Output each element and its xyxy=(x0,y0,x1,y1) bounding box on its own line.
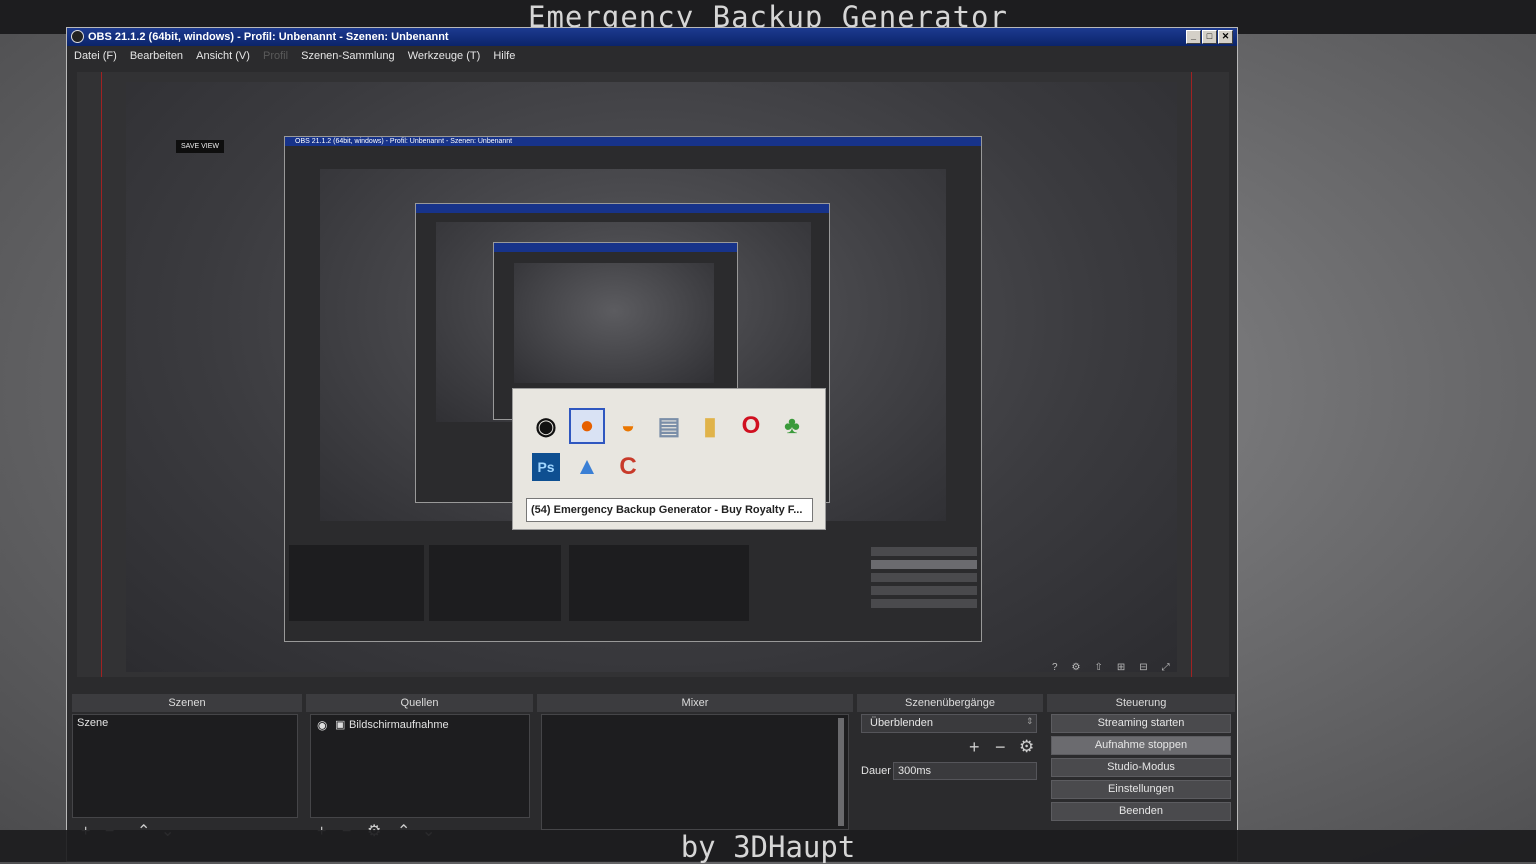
nested-menu xyxy=(285,146,981,156)
close-button[interactable]: ✕ xyxy=(1218,30,1233,44)
start-streaming-button[interactable]: Streaming starten xyxy=(1051,714,1231,733)
nested-canvas-3 xyxy=(514,263,714,383)
menu-datei[interactable]: Datei (F) xyxy=(74,50,117,62)
mixer-scrollbar[interactable] xyxy=(838,718,844,826)
transition-settings-gear-icon[interactable]: ⚙ xyxy=(1019,738,1034,756)
source-item[interactable]: Bildschirmaufnahme xyxy=(349,719,449,731)
nested-title-3 xyxy=(494,243,737,252)
stop-recording-button[interactable]: Aufnahme stoppen xyxy=(1051,736,1231,755)
installer-app-icon[interactable]: ▤ xyxy=(651,408,687,444)
lock-icon[interactable]: ▣ xyxy=(335,718,345,731)
duration-label: Dauer xyxy=(861,765,891,777)
nested-title: OBS 21.1.2 (64bit, windows) - Profil: Un… xyxy=(285,137,981,146)
menu-ansicht[interactable]: Ansicht (V) xyxy=(196,50,250,62)
duration-input[interactable]: 300ms xyxy=(893,762,1037,780)
menu-profil: Profil xyxy=(262,50,289,62)
remove-transition-icon[interactable]: − xyxy=(995,738,1006,756)
preview-area: SAVE VIEW OBS 21.1.2 (64bit, windows) - … xyxy=(77,72,1229,677)
maximize-button[interactable]: □ xyxy=(1202,30,1217,44)
controls-header: Steuerung xyxy=(1047,694,1235,712)
nested-controls xyxy=(871,547,977,608)
visibility-eye-icon[interactable]: ◉ xyxy=(317,718,327,732)
folder-app-icon[interactable]: ▮ xyxy=(692,408,728,444)
bottom-caption-banner: by 3DHaupt xyxy=(0,830,1536,864)
menu-hilfe[interactable]: Hilfe xyxy=(493,50,515,62)
scenes-list[interactable]: Szene xyxy=(72,714,298,818)
preview-canvas[interactable]: SAVE VIEW OBS 21.1.2 (64bit, windows) - … xyxy=(126,82,1177,672)
transitions-header: Szenenübergänge xyxy=(857,694,1043,712)
title-bar: OBS 21.1.2 (64bit, windows) - Profil: Un… xyxy=(67,28,1237,46)
settings-button[interactable]: Einstellungen xyxy=(1051,780,1231,799)
scene-item[interactable]: Szene xyxy=(77,717,108,729)
obs-logo-icon xyxy=(71,30,84,43)
menu-werkzeuge[interactable]: Werkzeuge (T) xyxy=(408,50,481,62)
nested-docks xyxy=(289,535,979,639)
menu-szenen-sammlung[interactable]: Szenen-Sammlung xyxy=(301,50,395,62)
switcher-window-label: (54) Emergency Backup Generator - Buy Ro… xyxy=(526,498,813,522)
app-switcher: ◉ ● ◒ ▤ ▮ O ♣ Ps ▲ C (54) Emergency Back… xyxy=(512,388,826,530)
sources-header: Quellen xyxy=(306,694,533,712)
blender-app-icon[interactable]: ◒ xyxy=(610,408,646,444)
safe-line-right xyxy=(1191,72,1192,677)
exit-button[interactable]: Beenden xyxy=(1051,802,1231,821)
transition-select-arrows-icon: ⇕ xyxy=(1026,716,1034,726)
studio-mode-button[interactable]: Studio-Modus xyxy=(1051,758,1231,777)
menu-bar: Datei (F) Bearbeiten Ansicht (V) Profil … xyxy=(67,46,1237,66)
firefox-app-icon[interactable]: ● xyxy=(569,408,605,444)
preview-status-icons: ?⚙⇧⊞⊟⤢ xyxy=(1052,662,1184,673)
toolbox-app-icon[interactable]: ▲ xyxy=(569,449,605,485)
nested-title-2 xyxy=(416,204,829,213)
mixer-panel xyxy=(541,714,849,830)
sources-list[interactable]: ◉ ▣ Bildschirmaufnahme xyxy=(310,714,530,818)
transition-select[interactable]: Überblenden xyxy=(861,714,1037,733)
opera-app-icon[interactable]: O xyxy=(733,408,769,444)
nested-sources-box xyxy=(429,545,561,621)
photoshop-app-icon[interactable]: Ps xyxy=(532,453,560,481)
kettle-app-icon[interactable]: ♣ xyxy=(774,408,810,444)
add-transition-icon[interactable]: + xyxy=(969,738,980,756)
caption-text: by 3DHaupt xyxy=(680,830,856,864)
window-title: OBS 21.1.2 (64bit, windows) - Profil: Un… xyxy=(88,31,449,43)
minimize-button[interactable]: _ xyxy=(1186,30,1201,44)
nested-mixer-box xyxy=(569,545,749,621)
mixer-header: Mixer xyxy=(537,694,853,712)
menu-bearbeiten[interactable]: Bearbeiten xyxy=(130,50,183,62)
safe-line-left xyxy=(101,72,102,677)
ccleaner-app-icon[interactable]: C xyxy=(610,449,646,485)
obs-app-icon[interactable]: ◉ xyxy=(528,408,564,444)
obs-window: OBS 21.1.2 (64bit, windows) - Profil: Un… xyxy=(66,27,1238,862)
safe-view-label: SAVE VIEW xyxy=(176,140,224,153)
scenes-header: Szenen xyxy=(72,694,302,712)
nested-scenes-box xyxy=(289,545,424,621)
